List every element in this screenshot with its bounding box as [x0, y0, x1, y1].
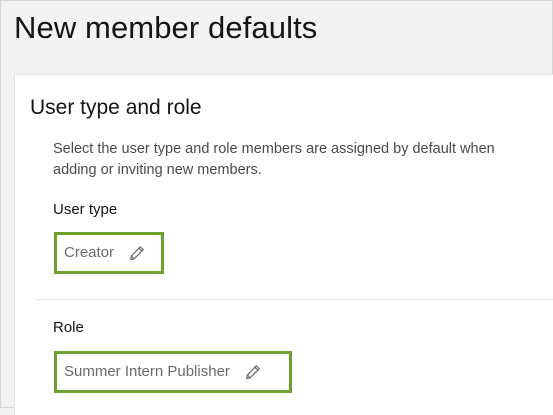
section-description: Select the user type and role members ar…: [53, 141, 495, 178]
role-label: Role: [53, 319, 84, 336]
section-divider: [37, 299, 553, 300]
user-type-label: User type: [53, 201, 118, 218]
role-edit-button[interactable]: Summer Intern Publisher: [54, 351, 292, 393]
user-type-edit-button[interactable]: Creator: [54, 232, 164, 274]
user-type-value: Creator: [64, 244, 115, 261]
page-title: New member defaults: [14, 10, 318, 45]
role-value: Summer Intern Publisher: [64, 363, 230, 380]
pencil-edit-icon[interactable]: [128, 244, 146, 262]
pencil-edit-icon[interactable]: [244, 363, 262, 381]
section-title: User type and role: [30, 96, 202, 119]
user-type-role-card: User type and role Select the user type …: [14, 74, 553, 415]
